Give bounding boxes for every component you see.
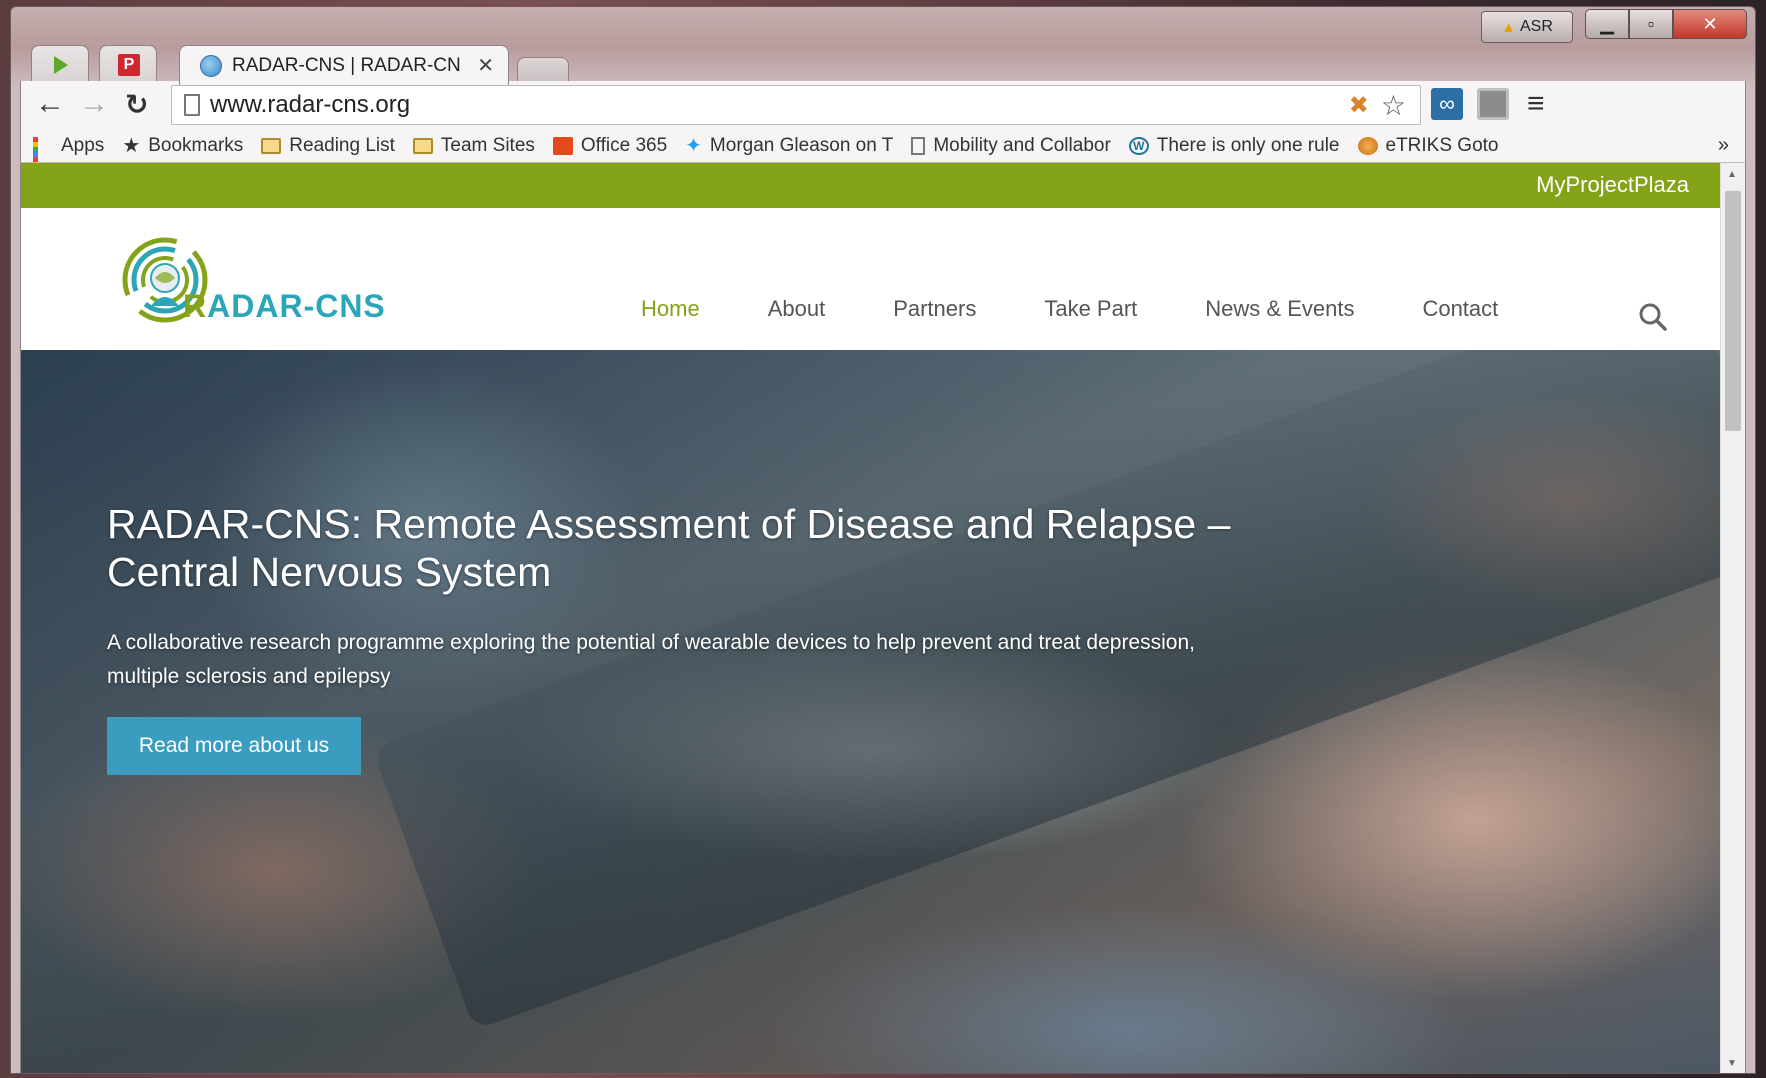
maximize-button[interactable]: ▫ [1629,9,1673,39]
infinity-extension-icon[interactable]: ∞ [1431,88,1463,120]
bookmark-label: Bookmarks [148,134,244,156]
square-extension-icon[interactable] [1477,88,1509,120]
myprojectplaza-link[interactable]: MyProjectPlaza [1536,172,1689,198]
tab-title: RADAR-CNS | RADAR-CN [232,54,461,76]
play-icon [54,56,68,74]
bookmark-bookmarks[interactable]: ★ Bookmarks [122,133,243,158]
minimize-button[interactable]: ▁ [1585,9,1629,39]
nav-contact[interactable]: Contact [1422,296,1498,322]
logo-wordmark: RADAR-CNS [183,288,386,325]
close-window-button[interactable]: ✕ [1673,9,1747,39]
nav-take-part[interactable]: Take Part [1044,296,1137,322]
twitter-icon: ✦ [685,135,702,157]
reload-icon[interactable]: ↻ [125,88,148,121]
hero-overlay [21,350,1721,1073]
menu-icon[interactable]: ≡ [1527,87,1545,121]
bookmark-team-sites[interactable]: Team Sites [412,134,535,157]
main-nav: Home About Partners Take Part News & Eve… [641,296,1566,322]
read-more-button[interactable]: Read more about us [107,717,361,775]
bookmarks-bar: Apps ★ Bookmarks Reading List Team Sites… [20,129,1746,182]
folder-icon [412,137,433,154]
scroll-thumb[interactable] [1725,191,1741,431]
window-controls: ▁ ▫ ✕ [1585,9,1747,39]
folder-icon [261,137,282,154]
nav-news-events[interactable]: News & Events [1205,296,1354,322]
hero-subtitle: A collaborative research programme explo… [107,631,1195,688]
p-icon: P [118,54,140,76]
browser-window: ▲ ASR ▁ ▫ ✕ P RADAR-CNS | RADAR-CN ✕ ← →… [10,6,1756,1074]
bookmark-label: Mobility and Collabor [933,134,1111,156]
bookmark-label: There is only one rule [1156,134,1340,156]
nav-partners[interactable]: Partners [893,296,976,322]
tab-strip: P RADAR-CNS | RADAR-CN ✕ [31,41,1531,85]
site-topbar: MyProjectPlaza [21,163,1721,208]
page-icon [911,136,926,155]
asr-button[interactable]: ▲ ASR [1481,11,1573,43]
wordpress-icon: W [1128,136,1149,155]
bookmark-office-365[interactable]: Office 365 [552,134,668,157]
back-icon[interactable]: ← [35,87,65,121]
bookmark-label: eTRIKS Goto [1385,134,1499,156]
hero-title: RADAR-CNS: Remote Assessment of Disease … [107,501,1231,595]
browser-toolbar: ← → ↻ www.radar-cns.org ✖ ☆ ∞ ≡ [20,81,1746,129]
page-viewport: MyProjectPlaza RADAR-CNS Home About Part… [20,163,1746,1073]
logo-letter-r: R [183,288,208,324]
bookmark-label: Office 365 [580,134,668,156]
apps-icon [33,136,53,182]
office365-icon [552,136,573,155]
asr-label: ASR [1519,18,1553,35]
bookmark-label: Apps [61,134,105,156]
more-bookmarks-icon[interactable]: » [1718,134,1729,157]
bookmark-one-rule[interactable]: W There is only one rule [1128,134,1340,157]
logo-text-rest: ADAR-CNS [207,288,386,324]
tab-p[interactable]: P [99,45,157,85]
bookmark-etriks[interactable]: eTRIKS Goto [1357,134,1499,157]
globe-icon [200,54,222,77]
bookmark-label: Reading List [289,134,395,156]
bookmark-apps[interactable]: Apps [33,134,105,182]
nav-home[interactable]: Home [641,296,700,322]
bookmark-reading-list[interactable]: Reading List [261,135,395,157]
address-bar[interactable]: www.radar-cns.org ✖ ☆ [171,85,1421,125]
bookmark-morgan-gleason[interactable]: ✦ Morgan Gleason on T [685,133,893,158]
tab-close-icon[interactable]: ✕ [477,53,494,78]
bookmark-star-icon[interactable]: ☆ [1381,89,1406,122]
bookmark-mobility[interactable]: Mobility and Collabor [911,134,1111,157]
site-header: RADAR-CNS Home About Partners Take Part … [21,208,1721,350]
tab-radar-cns[interactable]: RADAR-CNS | RADAR-CN ✕ [179,45,509,85]
vertical-scrollbar[interactable]: ▲ ▼ [1720,163,1745,1073]
hero-banner: RADAR-CNS: Remote Assessment of Disease … [21,350,1721,1073]
scroll-down-icon[interactable]: ▼ [1727,1058,1737,1069]
warning-icon: ▲ [1501,18,1516,36]
bookmark-label: Team Sites [440,134,535,156]
cookie-blocked-icon[interactable]: ✖ [1349,91,1369,122]
url-text: www.radar-cns.org [210,91,411,118]
nav-about[interactable]: About [768,296,826,322]
page-info-icon[interactable] [184,94,200,116]
etriks-icon [1357,136,1378,155]
tab-media[interactable] [31,45,89,85]
search-icon[interactable] [1638,302,1668,332]
bookmark-label: Morgan Gleason on T [709,134,894,156]
star-icon: ★ [122,135,141,157]
radar-cns-logo[interactable]: RADAR-CNS [121,236,441,336]
scroll-up-icon[interactable]: ▲ [1727,169,1737,180]
forward-icon[interactable]: → [79,87,109,121]
